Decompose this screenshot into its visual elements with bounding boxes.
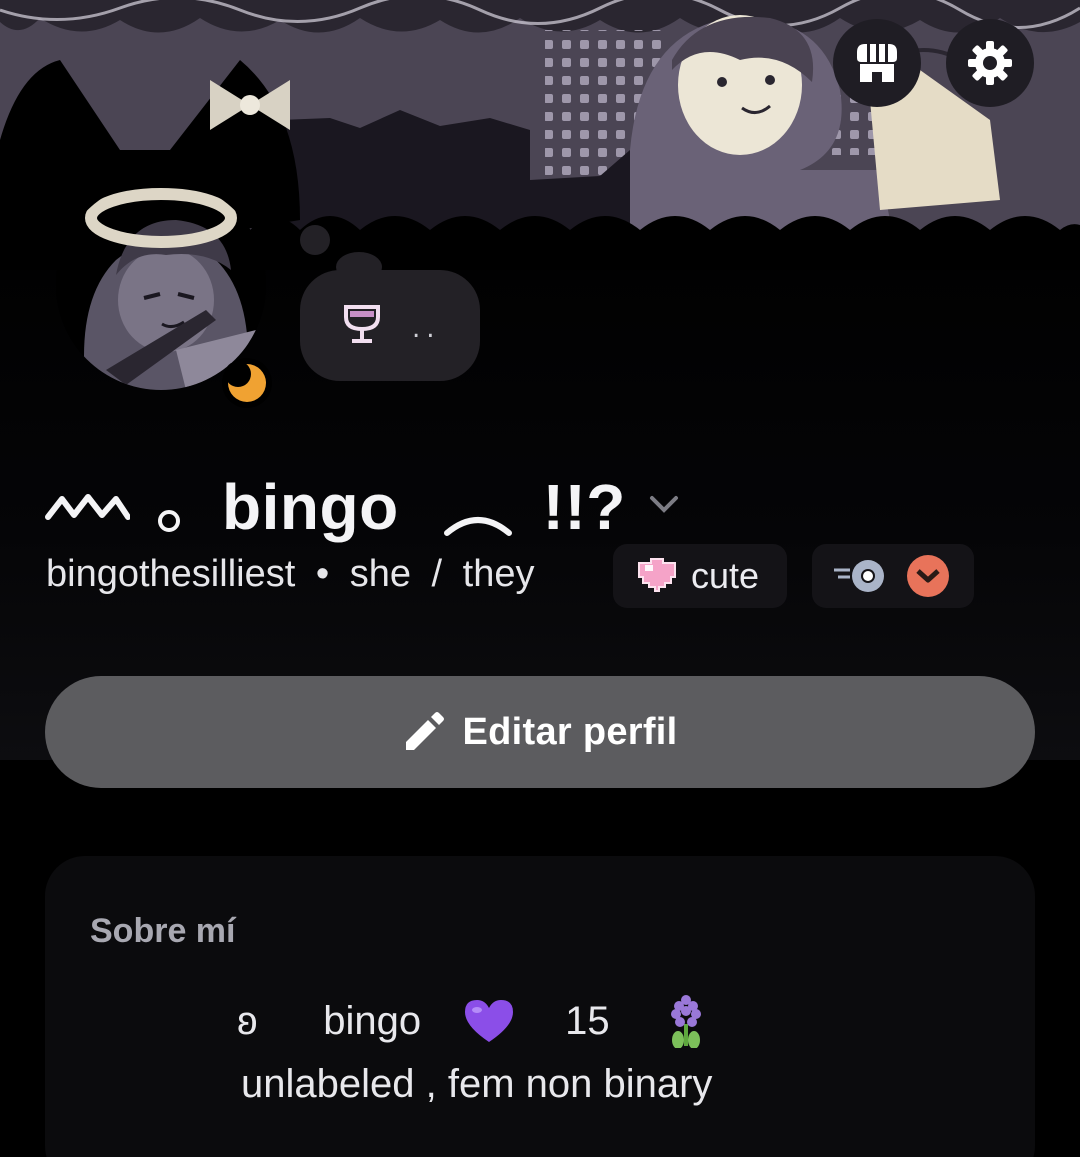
custom-status-bubble[interactable]: .. [300,270,480,381]
shop-button[interactable] [833,19,921,107]
about-me-title: Sobre mí [90,912,236,950]
display-name[interactable]: bingo !!? [44,462,680,552]
pronoun-they: they [462,553,535,595]
moon-icon [227,363,266,402]
custom-status-text: .. [412,314,441,344]
profile-tag[interactable]: cute [613,544,787,608]
display-name-dot [158,510,180,532]
badge-list [812,544,974,608]
display-name-prefix-glyph [45,494,130,520]
edit-profile-button[interactable]: Editar perfil [45,676,1035,788]
avatar-image [56,180,266,390]
wine-glass-icon [344,305,380,343]
username[interactable]: bingothesilliest [46,553,295,595]
about-me-line: unlabeled , fem non binary [241,1062,713,1106]
settings-button[interactable] [946,19,1034,107]
purple-heart-icon [465,1000,514,1042]
idle-status-indicator [222,358,272,408]
pixel-heart-icon [638,558,676,592]
separator: • [315,553,330,595]
display-name-text: bingo [222,471,399,543]
profile-tag-label: cute [691,555,760,596]
server-boost-badge-icon [907,555,949,597]
display-name-suffix: !!? [542,471,626,543]
pronoun-she: she [349,553,411,595]
edit-profile-label: Editar perfil [462,710,678,753]
pencil-icon [406,712,445,750]
display-name-arc [443,517,512,536]
nitro-badge-icon [834,560,884,592]
about-age: 15 [565,998,610,1043]
thought-bubble-dot [300,225,330,255]
about-me-line: ʚ bingo 15 [237,994,704,1048]
badges [834,555,949,597]
pronoun-slash: / [431,553,443,595]
about-name: bingo [323,998,422,1043]
hyacinth-icon [670,995,701,1048]
gear-icon [968,41,1012,85]
about-prefix: ʚ [237,998,258,1043]
shop-icon [857,44,897,82]
chevron-down-icon[interactable] [648,494,680,514]
about-me-card: Sobre mí ʚ bingo 15 unlabeled , fem non … [45,856,1035,1157]
username-pronouns-line: bingothesilliest • she / they [46,553,535,596]
